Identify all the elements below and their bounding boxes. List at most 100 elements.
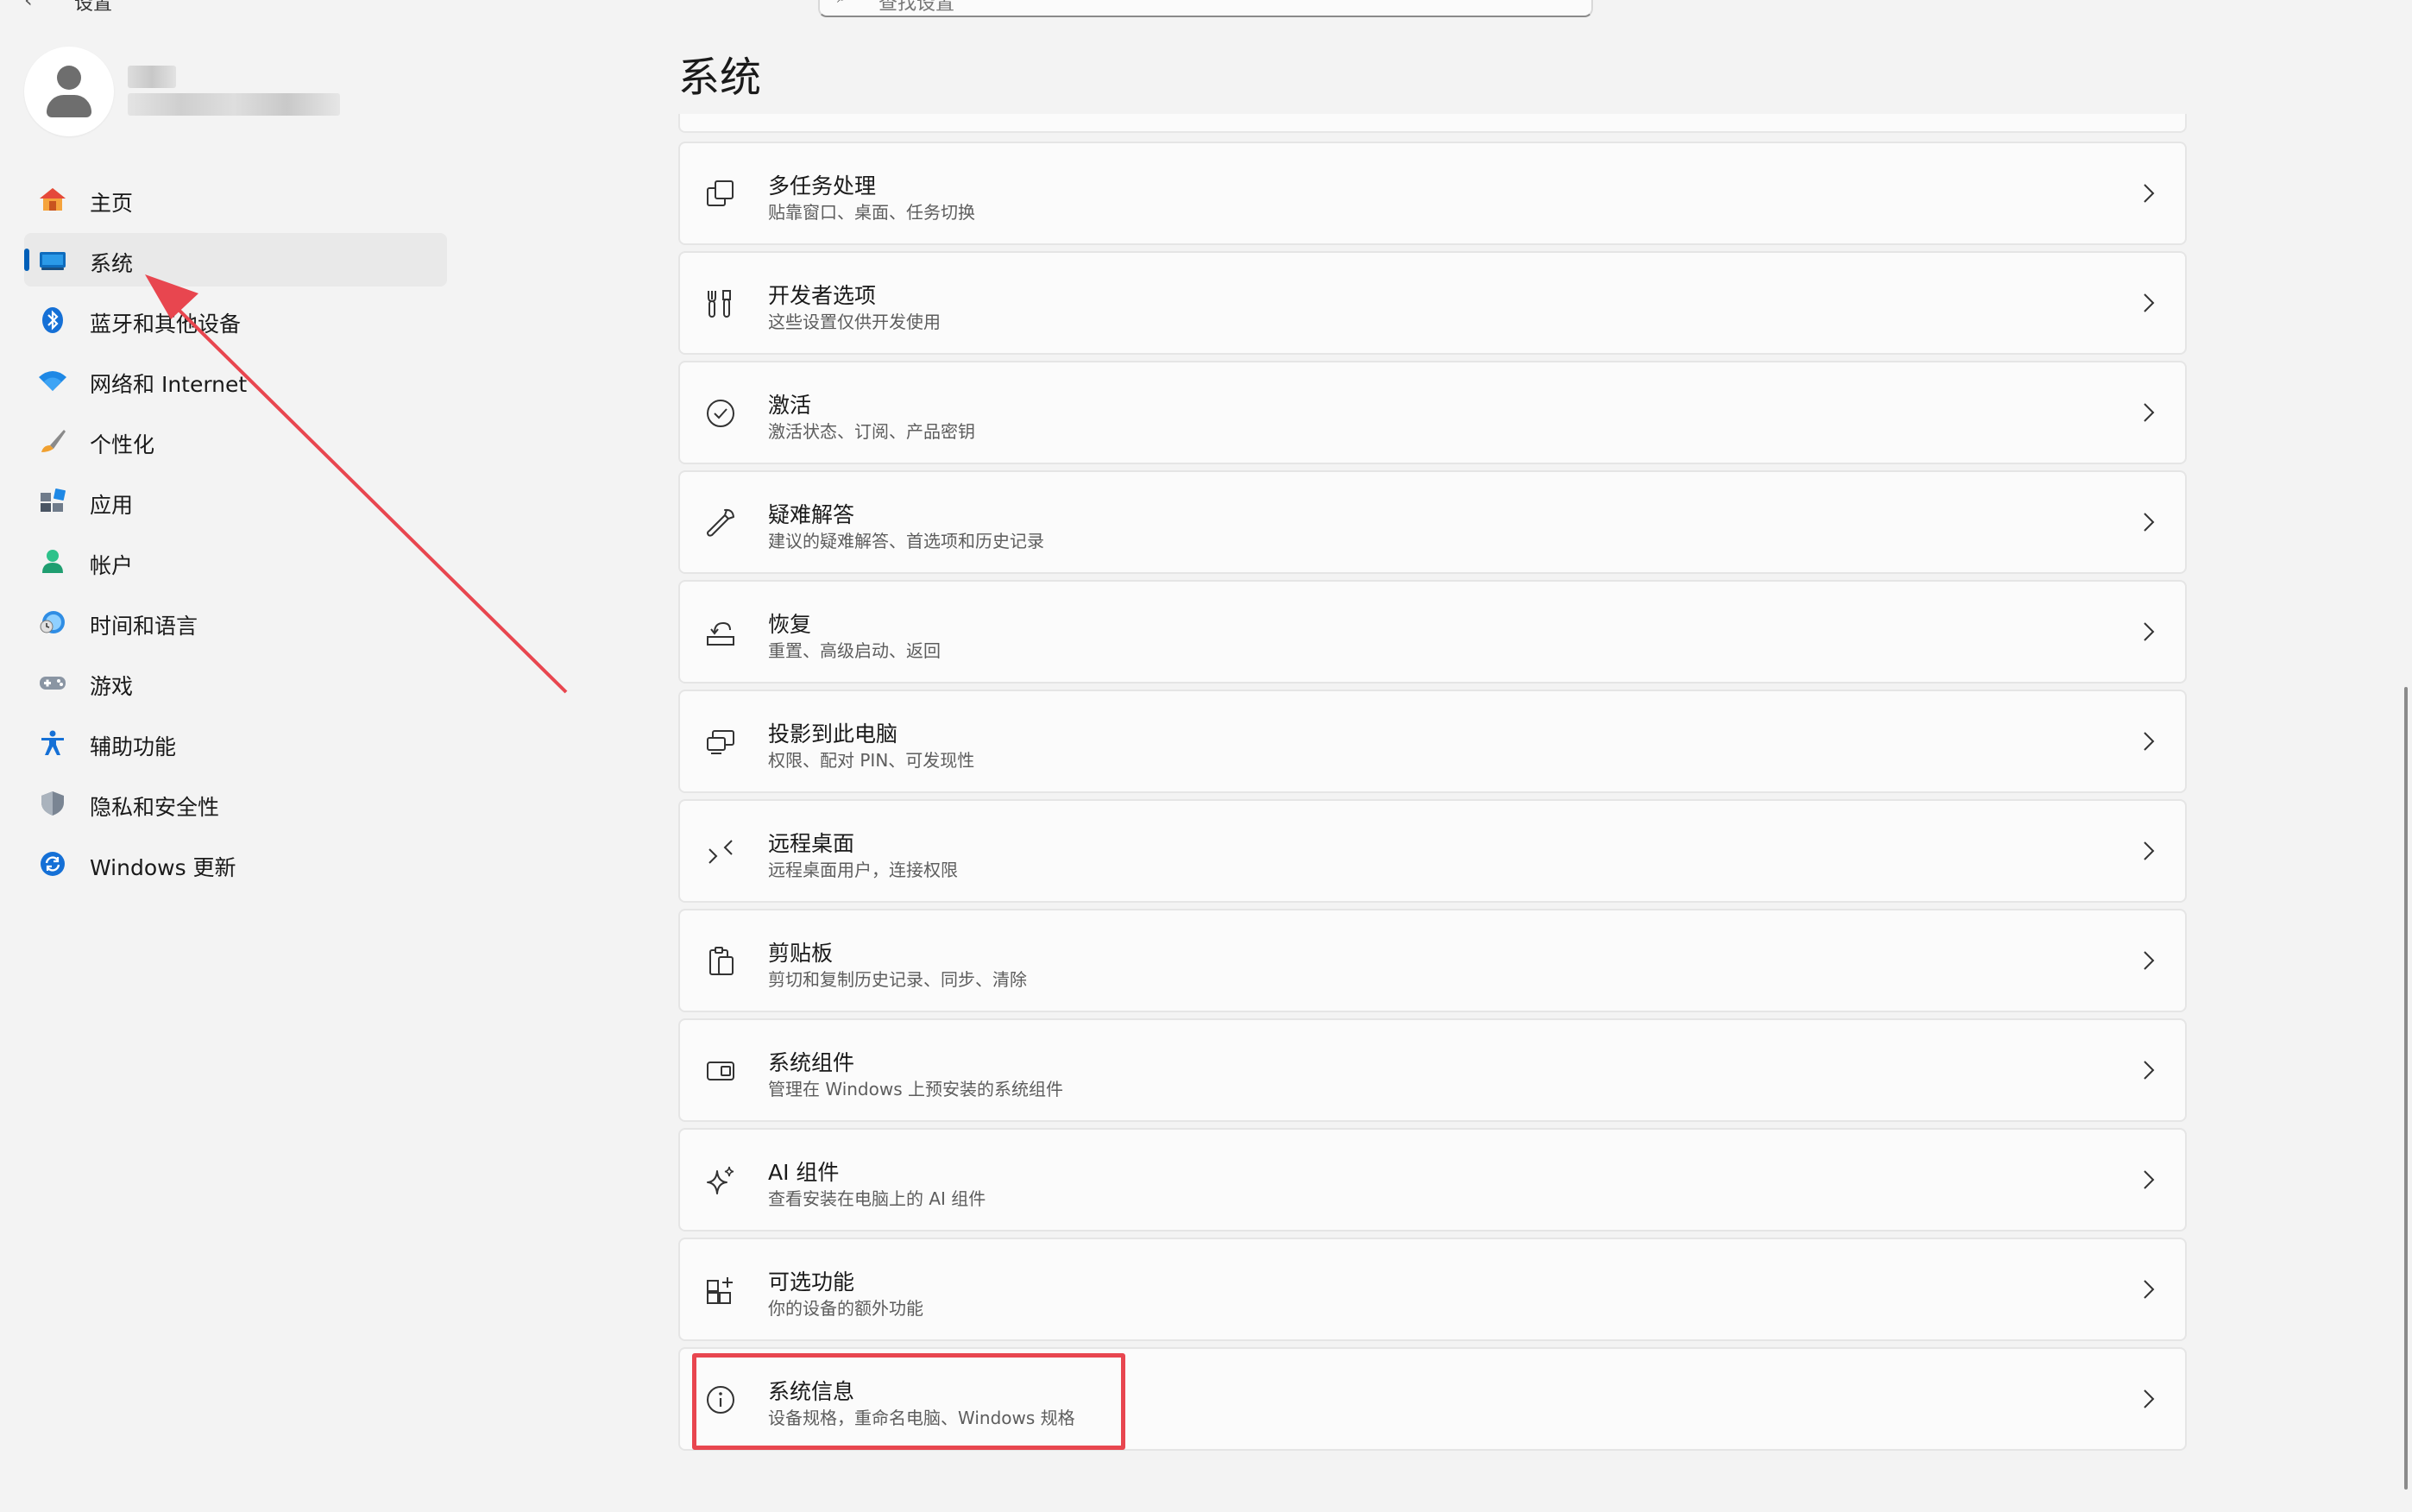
chevron-right-icon [2144, 1170, 2155, 1189]
sidebar-item-windows-update[interactable]: Windows 更新 [24, 837, 447, 891]
sidebar-item-label: 主页 [90, 191, 134, 216]
sidebar-item-home[interactable]: 主页 [24, 173, 447, 226]
sidebar-item-accessibility[interactable]: 辅助功能 [24, 716, 447, 770]
card-title: 激活 [768, 393, 812, 418]
card-activation[interactable]: 激活 激活状态、订阅、产品密钥 [678, 361, 2187, 464]
wifi-icon [38, 368, 67, 394]
sidebar-item-accounts[interactable]: 帐户 [24, 535, 447, 589]
bluetooth-icon [38, 307, 67, 333]
developer-icon [704, 287, 737, 320]
chevron-right-icon [2144, 1389, 2155, 1408]
card-remote-desktop[interactable]: 远程桌面 远程桌面用户，连接权限 [678, 799, 2187, 903]
chevron-right-icon [2144, 293, 2155, 312]
card-project-to-pc[interactable]: 投影到此电脑 权限、配对 PIN、可发现性 [678, 690, 2187, 793]
sidebar-item-label: Windows 更新 [90, 855, 236, 880]
system-icon [38, 247, 67, 273]
card-title: 系统组件 [768, 1050, 855, 1075]
recovery-icon [704, 616, 737, 649]
sidebar-item-label: 辅助功能 [90, 734, 177, 759]
sidebar-item-system[interactable]: 系统 [24, 233, 447, 287]
search-input[interactable]: ⌕ 查找设置 [818, 0, 1593, 17]
clipboard-icon [704, 945, 737, 978]
card-multitasking[interactable]: 多任务处理 贴靠窗口、桌面、任务切换 [678, 142, 2187, 245]
card-subtitle: 建议的疑难解答、首选项和历史记录 [768, 531, 1044, 551]
chevron-right-icon [2144, 1061, 2155, 1080]
card-ai-components[interactable]: AI 组件 查看安装在电脑上的 AI 组件 [678, 1128, 2187, 1232]
scrollbar[interactable] [2404, 687, 2408, 1490]
card-subtitle: 重置、高级启动、返回 [768, 640, 941, 661]
card-clipboard[interactable]: 剪贴板 剪切和复制历史记录、同步、清除 [678, 909, 2187, 1012]
chevron-right-icon [2144, 184, 2155, 203]
update-icon [38, 851, 67, 877]
avatar-head [57, 66, 81, 90]
apps-icon [38, 488, 67, 514]
card-subtitle: 查看安装在电脑上的 AI 组件 [768, 1188, 986, 1209]
profile-name-redacted [128, 66, 176, 88]
title-bar: ‹ 设置 ⌕ 查找设置 [0, 0, 2412, 17]
sidebar-item-privacy[interactable]: 隐私和安全性 [24, 777, 447, 830]
sidebar-item-network[interactable]: 网络和 Internet [24, 354, 447, 407]
sidebar-item-gaming[interactable]: 游戏 [24, 656, 447, 709]
sidebar-item-label: 网络和 Internet [90, 372, 248, 397]
sidebar-item-label: 系统 [90, 251, 134, 276]
previous-card-edge [678, 114, 2187, 133]
app-title: 设置 [74, 0, 113, 15]
chevron-right-icon [2144, 1280, 2155, 1299]
globe-clock-icon [38, 609, 67, 635]
profile-email-redacted [128, 93, 340, 116]
sidebar-item-label: 游戏 [90, 674, 134, 699]
annotation-highlight-box [692, 1353, 1125, 1450]
search-icon: ⌕ [837, 0, 847, 7]
card-subtitle: 你的设备的额外功能 [768, 1298, 923, 1319]
sidebar-item-apps[interactable]: 应用 [24, 475, 447, 528]
sidebar-nav: 主页 系统 蓝牙和其他设备 网络和 Internet 个性化 应用 帐户 时间和… [24, 173, 447, 898]
card-title: 可选功能 [768, 1269, 855, 1295]
sidebar-item-time-language[interactable]: 时间和语言 [24, 595, 447, 649]
card-developer-options[interactable]: 开发者选项 这些设置仅供开发使用 [678, 251, 2187, 355]
sidebar-item-bluetooth[interactable]: 蓝牙和其他设备 [24, 293, 447, 347]
back-arrow-icon[interactable]: ‹ [24, 0, 33, 12]
chevron-right-icon [2144, 951, 2155, 970]
chevron-right-icon [2144, 403, 2155, 422]
shield-icon [38, 791, 67, 816]
settings-card-list: 多任务处理 贴靠窗口、桌面、任务切换 开发者选项 这些设置仅供开发使用 激活 激… [678, 142, 2187, 1457]
sidebar-item-label: 蓝牙和其他设备 [90, 312, 242, 337]
sidebar-item-label: 应用 [90, 493, 134, 518]
card-system-components[interactable]: 系统组件 管理在 Windows 上预安装的系统组件 [678, 1018, 2187, 1122]
card-title: 疑难解答 [768, 502, 855, 527]
remote-desktop-icon [704, 835, 737, 868]
chevron-right-icon [2144, 622, 2155, 641]
card-subtitle: 贴靠窗口、桌面、任务切换 [768, 202, 975, 223]
card-troubleshoot[interactable]: 疑难解答 建议的疑难解答、首选项和历史记录 [678, 470, 2187, 574]
card-subtitle: 激活状态、订阅、产品密钥 [768, 421, 975, 442]
sidebar-item-label: 时间和语言 [90, 614, 198, 639]
sidebar-item-label: 帐户 [90, 553, 134, 578]
sidebar-item-label: 隐私和安全性 [90, 795, 220, 820]
card-subtitle: 剪切和复制历史记录、同步、清除 [768, 969, 1027, 990]
brush-icon [38, 428, 67, 454]
selection-indicator [24, 249, 29, 271]
sidebar-item-personalization[interactable]: 个性化 [24, 414, 447, 468]
accessibility-icon [38, 730, 67, 756]
multitasking-icon [704, 178, 737, 211]
account-icon [38, 549, 67, 575]
card-subtitle: 管理在 Windows 上预安装的系统组件 [768, 1079, 1063, 1099]
card-subtitle: 这些设置仅供开发使用 [768, 312, 941, 332]
chevron-right-icon [2144, 513, 2155, 532]
home-icon [38, 186, 67, 212]
card-recovery[interactable]: 恢复 重置、高级启动、返回 [678, 580, 2187, 684]
avatar-body [47, 95, 91, 117]
card-title: AI 组件 [768, 1160, 840, 1185]
optional-features-icon [704, 1274, 737, 1307]
card-title: 恢复 [768, 612, 812, 637]
sidebar-item-label: 个性化 [90, 432, 155, 457]
projection-icon [704, 726, 737, 759]
gamepad-icon [38, 670, 67, 696]
activation-icon [704, 397, 737, 430]
card-optional-features[interactable]: 可选功能 你的设备的额外功能 [678, 1238, 2187, 1341]
card-title: 远程桌面 [768, 831, 855, 856]
search-placeholder: 查找设置 [879, 0, 955, 15]
avatar[interactable] [24, 47, 114, 136]
card-title: 开发者选项 [768, 283, 877, 308]
card-title: 多任务处理 [768, 173, 877, 198]
